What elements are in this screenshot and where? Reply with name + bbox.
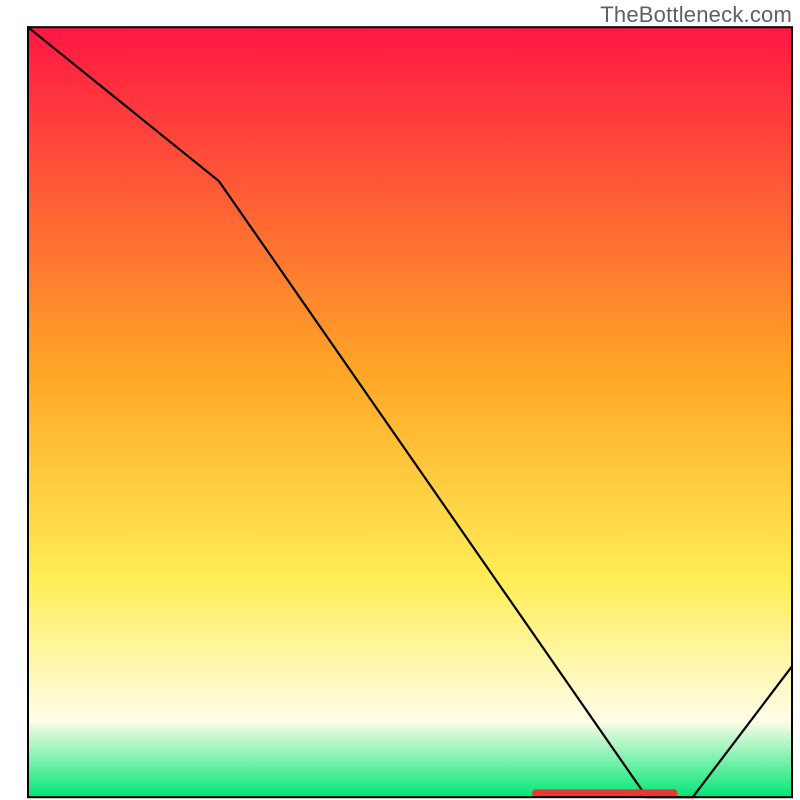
bottleneck-chart (0, 0, 800, 800)
plot-background (28, 27, 792, 797)
optimum-marker (532, 789, 677, 797)
chart-container: { "watermark": "TheBottleneck.com", "col… (0, 0, 800, 800)
watermark-text: TheBottleneck.com (600, 2, 792, 28)
